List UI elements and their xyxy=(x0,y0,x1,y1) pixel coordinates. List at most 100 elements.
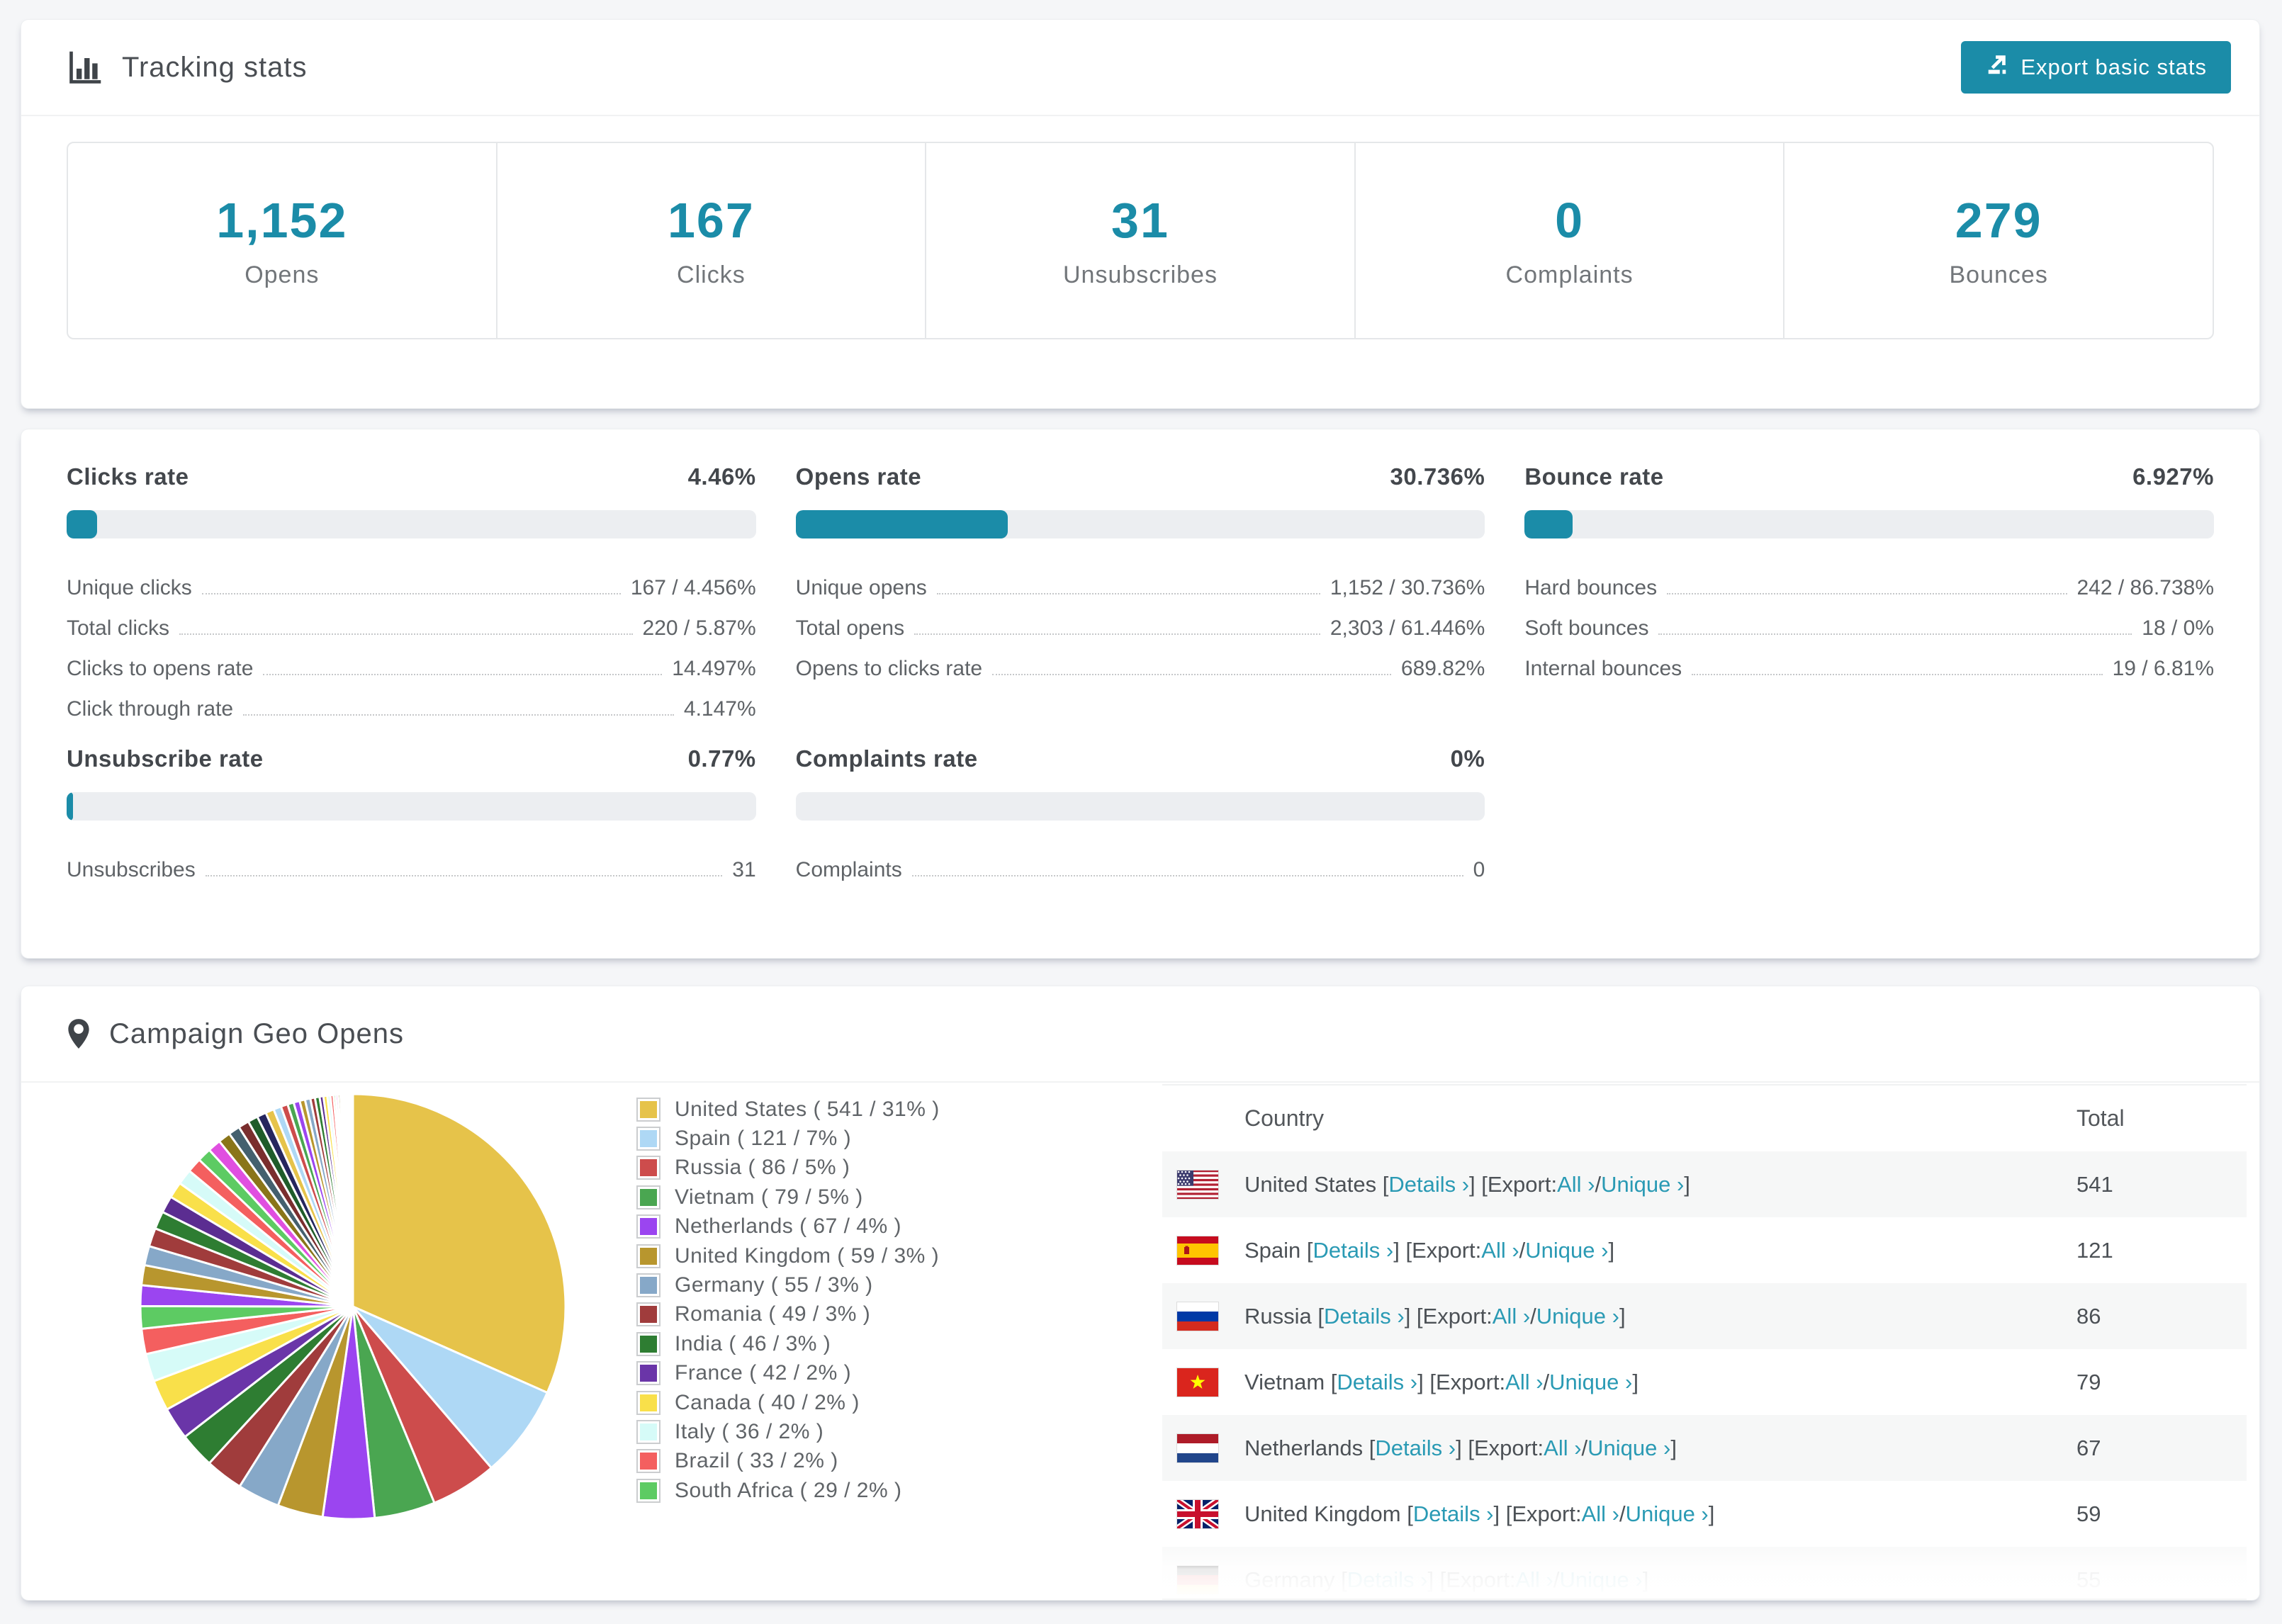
legend-swatch-color xyxy=(640,1306,657,1324)
stat-card-unsubscribes: 31 Unsubscribes xyxy=(926,143,1356,338)
details-link[interactable]: Details › xyxy=(1347,1567,1428,1593)
bracket: ] [Export: xyxy=(1404,1303,1493,1329)
export-unique-link[interactable]: Unique › xyxy=(1560,1567,1643,1593)
stat-label: Opens xyxy=(244,261,320,288)
rate-detail-row-internal-bounces: Internal bounces 19 / 6.81% xyxy=(1524,643,2214,684)
country-cell: Spain [Details ›] [Export: All › / Uniqu… xyxy=(1162,1235,2076,1265)
legend-swatch xyxy=(636,1244,661,1268)
details-link[interactable]: Details › xyxy=(1388,1172,1469,1197)
rate-title: Bounce rate xyxy=(1524,463,1664,490)
rate-value: 4.46% xyxy=(687,463,756,490)
rate-detail-label: Unique clicks xyxy=(67,576,192,599)
country-cell: United Kingdom [Details ›] [Export: All … xyxy=(1162,1499,2076,1529)
separator: / xyxy=(1530,1303,1536,1329)
country-cell: Russia [Details ›] [Export: All › / Uniq… xyxy=(1162,1301,2076,1331)
export-all-link[interactable]: All › xyxy=(1481,1238,1519,1263)
country-name: Germany xyxy=(1244,1567,1342,1592)
rate-detail-value: 14.497% xyxy=(672,657,756,680)
dotted-leader xyxy=(992,674,1391,675)
export-all-link[interactable]: All › xyxy=(1544,1436,1581,1461)
bracket: ] xyxy=(1619,1303,1626,1329)
details-link[interactable]: Details › xyxy=(1313,1238,1394,1263)
legend-item-canada: Canada ( 40 / 2% ) xyxy=(636,1388,940,1417)
progress-bar-fill xyxy=(67,792,73,821)
rate-detail-value: 167 / 4.456% xyxy=(630,576,756,599)
rate-detail-row-complaints: Complaints 0 xyxy=(796,845,1485,885)
legend-label: Romania ( 49 / 3% ) xyxy=(675,1302,871,1326)
rate-card-header: Clicks rate 4.46% xyxy=(67,463,756,490)
tracking-stats-title: Tracking stats xyxy=(67,49,307,86)
legend-swatch-color xyxy=(640,1100,657,1118)
export-all-link[interactable]: All › xyxy=(1582,1501,1619,1527)
progress-bar-fill xyxy=(67,510,98,538)
stat-value: 31 xyxy=(1111,193,1169,248)
details-link[interactable]: Details › xyxy=(1324,1304,1405,1329)
rate-detail-rows: Unique clicks 167 / 4.456% Total clicks 220… xyxy=(67,563,756,724)
legend-item-united-states: United States ( 541 / 31% ) xyxy=(636,1095,940,1124)
rate-value: 6.927% xyxy=(2132,463,2214,490)
export-unique-link[interactable]: Unique › xyxy=(1536,1304,1619,1329)
total-column-header: Total xyxy=(2076,1105,2125,1131)
bracket: ] xyxy=(1642,1567,1649,1592)
bracket: ] [Export: xyxy=(1417,1369,1506,1394)
separator: / xyxy=(1553,1567,1560,1592)
rate-title: Clicks rate xyxy=(67,463,189,490)
dotted-leader xyxy=(911,875,1463,876)
details-link[interactable]: Details › xyxy=(1413,1501,1494,1527)
country-name: Vietnam xyxy=(1244,1369,1331,1394)
export-unique-link[interactable]: Unique › xyxy=(1549,1370,1632,1395)
progress-bar-track xyxy=(67,510,756,538)
bracket: ] [Export: xyxy=(1456,1435,1544,1460)
rate-detail-rows: Hard bounces 242 / 86.738% Soft bounces 18 … xyxy=(1524,563,2214,684)
stat-value: 0 xyxy=(1555,193,1585,248)
legend-swatch xyxy=(636,1156,661,1180)
legend-label: Germany ( 55 / 3% ) xyxy=(675,1273,873,1297)
rates-grid: Clicks rate 4.46% Unique clicks 167 / 4.456… xyxy=(21,429,2259,919)
export-unique-link[interactable]: Unique › xyxy=(1601,1172,1684,1197)
legend-item-south-africa: South Africa ( 29 / 2% ) xyxy=(636,1476,940,1505)
export-unique-link[interactable]: Unique › xyxy=(1587,1436,1670,1461)
country-cell: Vietnam [Details ›] [Export: All › / Uni… xyxy=(1162,1367,2076,1397)
export-basic-stats-label: Export basic stats xyxy=(2020,55,2207,79)
export-all-link[interactable]: All › xyxy=(1505,1370,1543,1395)
legend-label: France ( 42 / 2% ) xyxy=(675,1361,852,1385)
separator: / xyxy=(1519,1237,1526,1263)
geo-row-germany: Germany [Details ›] [Export: All › / Uni… xyxy=(1162,1547,2247,1600)
rate-card-complaints-rate: Complaints rate 0% Complaints 0 xyxy=(795,745,1485,885)
legend-item-vietnam: Vietnam ( 79 / 5% ) xyxy=(636,1183,940,1212)
legend-label: Spain ( 121 / 7% ) xyxy=(675,1127,852,1151)
legend-swatch-color xyxy=(640,1335,657,1353)
bracket: [ xyxy=(1317,1303,1324,1329)
rate-detail-row-unique-opens: Unique opens 1,152 / 30.736% xyxy=(796,563,1485,603)
export-basic-stats-button[interactable]: Export basic stats xyxy=(1961,41,2231,94)
bracket: ] xyxy=(1632,1369,1639,1394)
export-all-link[interactable]: All › xyxy=(1515,1567,1553,1593)
export-all-link[interactable]: All › xyxy=(1493,1304,1530,1329)
separator: / xyxy=(1581,1435,1588,1460)
geo-opens-pie-chart xyxy=(139,1093,567,1521)
rate-detail-label: Unsubscribes xyxy=(67,858,196,881)
export-all-link[interactable]: All › xyxy=(1557,1172,1595,1197)
legend-swatch-color xyxy=(640,1277,657,1295)
rate-detail-row-unique-clicks: Unique clicks 167 / 4.456% xyxy=(67,563,756,603)
bracket: ] xyxy=(1670,1435,1677,1460)
legend-swatch xyxy=(636,1127,661,1151)
export-unique-link[interactable]: Unique › xyxy=(1525,1238,1608,1263)
rate-detail-value: 31 xyxy=(732,858,756,881)
rate-detail-value: 242 / 86.738% xyxy=(2076,576,2215,599)
dotted-leader xyxy=(1658,633,2132,635)
legend-item-spain: Spain ( 121 / 7% ) xyxy=(636,1124,940,1153)
rate-card-header: Unsubscribe rate 0.77% xyxy=(67,745,756,772)
details-link[interactable]: Details › xyxy=(1337,1370,1417,1395)
dotted-leader xyxy=(1667,593,2067,594)
stat-card-bounces: 279 Bounces xyxy=(1784,143,2213,338)
progress-bar-fill xyxy=(795,510,1008,538)
legend-swatch-color xyxy=(640,1188,657,1206)
dotted-leader xyxy=(205,875,723,876)
details-link[interactable]: Details › xyxy=(1375,1436,1456,1461)
export-unique-link[interactable]: Unique › xyxy=(1626,1501,1709,1527)
geo-row-united-kingdom: United Kingdom [Details ›] [Export: All … xyxy=(1162,1481,2247,1547)
separator: / xyxy=(1595,1171,1602,1197)
total-cell: 541 xyxy=(2076,1171,2113,1197)
geo-row-russia: Russia [Details ›] [Export: All › / Uniq… xyxy=(1162,1283,2247,1349)
